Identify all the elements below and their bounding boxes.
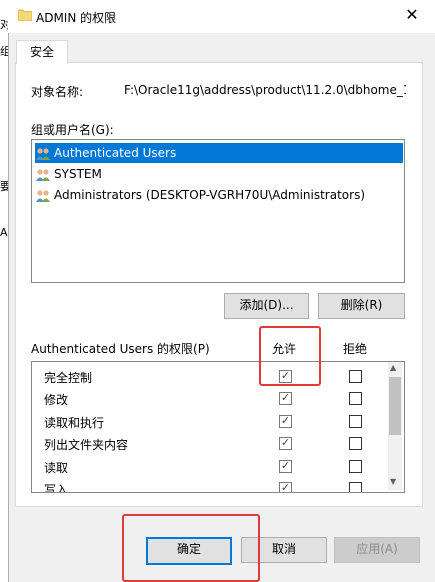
check-icon: ✓ <box>280 481 291 493</box>
deny-column-label: 拒绝 <box>343 342 368 356</box>
permission-name: 修改 <box>44 393 69 407</box>
group-icon <box>36 168 50 181</box>
users-listbox[interactable]: Authenticated Users SYSTEM Administrator… <box>31 139 405 283</box>
list-item-label: Administrators (DESKTOP-VGRH70U\Administ… <box>54 188 366 202</box>
list-item-label: SYSTEM <box>54 167 102 181</box>
list-item[interactable]: Administrators (DESKTOP-VGRH70U\Administ… <box>35 185 403 205</box>
scrollbar-thumb[interactable] <box>389 377 401 435</box>
deny-checkbox[interactable] <box>349 460 362 473</box>
allow-checkbox[interactable]: ✓ <box>279 437 292 450</box>
object-name-label: 对象名称: <box>31 85 84 99</box>
remove-button[interactable]: 删除(R) <box>318 293 405 319</box>
deny-checkbox[interactable] <box>349 437 362 450</box>
permission-row: 读取和执行 ✓ <box>32 410 388 432</box>
group-icon <box>36 189 50 202</box>
window-title: ADMIN 的权限 <box>36 11 117 25</box>
deny-checkbox[interactable] <box>349 370 362 383</box>
list-item[interactable]: Authenticated Users <box>35 143 403 163</box>
permission-row: 读取 ✓ <box>32 455 388 477</box>
permission-name: 列出文件夹内容 <box>44 438 129 452</box>
object-name-value: F:\Oracle11g\address\product\11.2.0\dbho… <box>124 83 406 97</box>
scroll-up-icon[interactable]: ▲ <box>390 363 396 372</box>
check-icon: ✓ <box>280 391 291 404</box>
apply-button[interactable]: 应用(A) <box>334 537 420 563</box>
permissions-header: Authenticated Users 的权限(P) <box>31 342 210 356</box>
allow-checkbox[interactable]: ✓ <box>279 415 292 428</box>
permission-row: 写入 ✓ <box>32 477 388 493</box>
ok-button-highlight <box>122 514 260 582</box>
check-icon: ✓ <box>280 414 291 427</box>
deny-checkbox[interactable] <box>349 415 362 428</box>
list-item[interactable]: SYSTEM <box>35 164 403 184</box>
deny-checkbox[interactable] <box>349 482 362 492</box>
deny-checkbox[interactable] <box>349 392 362 405</box>
allow-checkbox[interactable]: ✓ <box>279 481 292 493</box>
permissions-list: 完全控制 ✓ 修改 ✓ 读取和执行 ✓ 列出文件夹内容 ✓ 读取 ✓ 写入 ✓ <box>31 361 405 493</box>
check-icon: ✓ <box>280 436 291 449</box>
permission-name: 写入 <box>44 483 69 493</box>
permission-row: 列出文件夹内容 ✓ <box>32 432 388 454</box>
permission-name: 读取和执行 <box>44 416 105 430</box>
tab-security[interactable]: 安全 <box>16 40 68 64</box>
check-icon: ✓ <box>280 459 291 472</box>
permission-row: 完全控制 ✓ <box>32 365 388 387</box>
permission-name: 读取 <box>44 461 69 475</box>
close-button[interactable]: ✕ <box>402 4 422 26</box>
folder-icon <box>18 9 32 21</box>
allow-checkbox[interactable]: ✓ <box>279 392 292 405</box>
allow-column-highlight <box>259 326 321 386</box>
groups-label: 组或用户名(G): <box>31 123 114 137</box>
add-button[interactable]: 添加(D)... <box>224 293 309 319</box>
permission-name: 完全控制 <box>44 371 93 385</box>
scroll-down-icon[interactable]: ▼ <box>390 477 396 486</box>
group-icon <box>36 147 50 160</box>
permission-row: 修改 ✓ <box>32 387 388 409</box>
list-item-label: Authenticated Users <box>54 146 177 160</box>
allow-checkbox[interactable]: ✓ <box>279 460 292 473</box>
